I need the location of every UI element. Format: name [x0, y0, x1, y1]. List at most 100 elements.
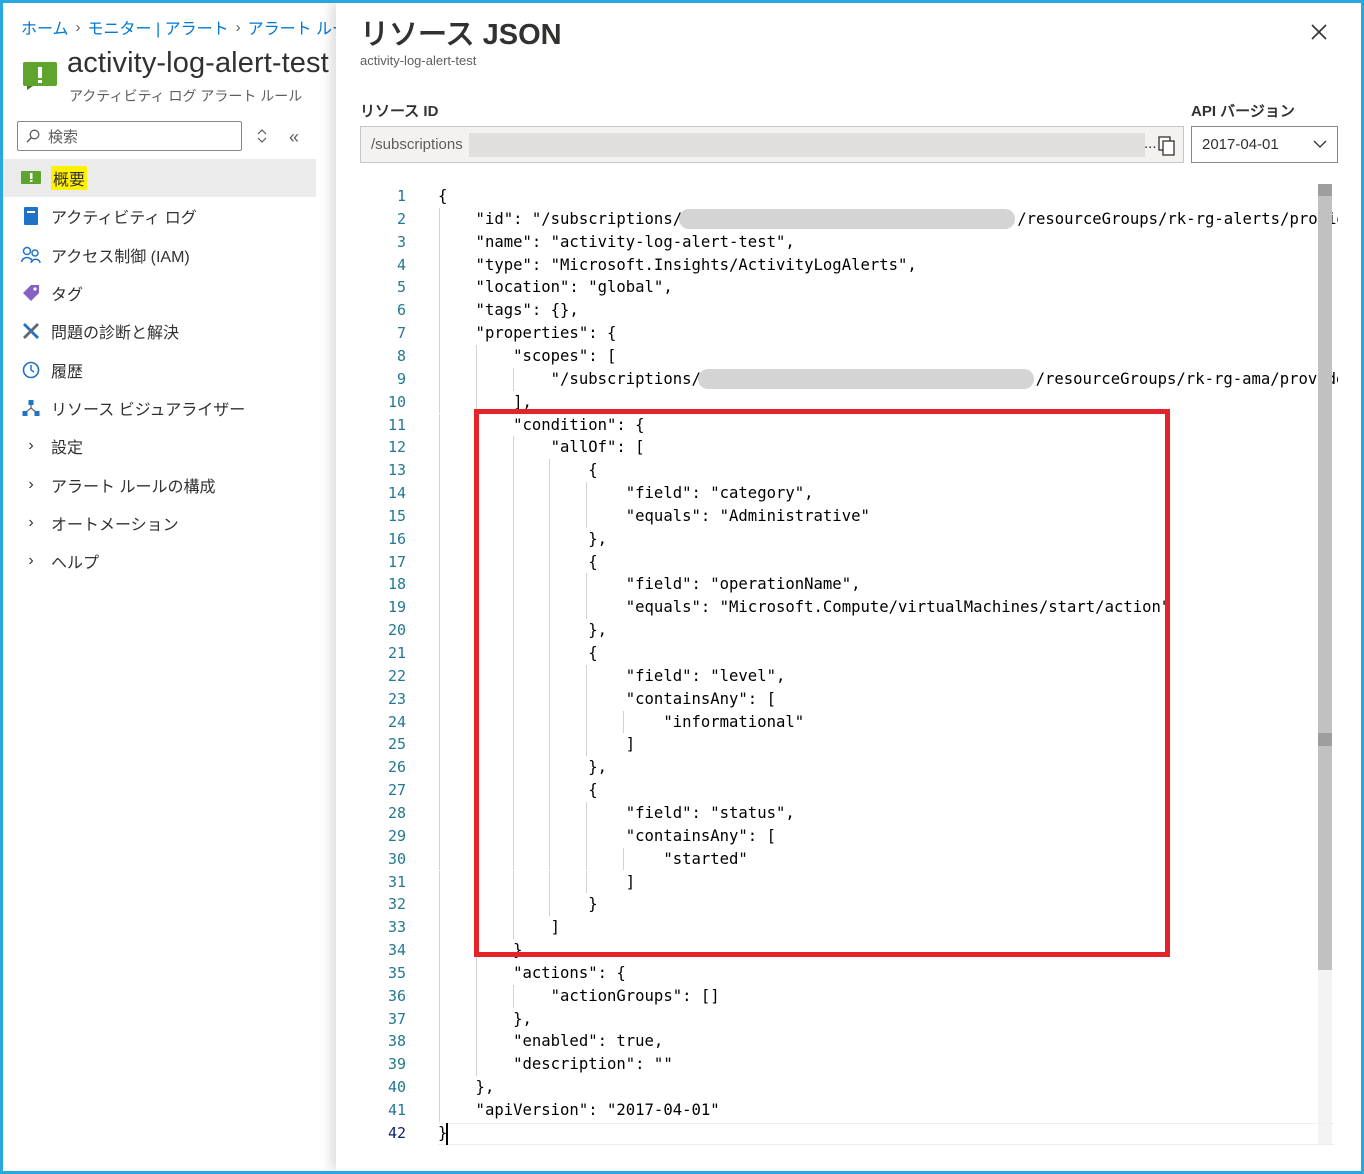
resource-title: activity-log-alert-test [67, 47, 329, 79]
line-number: 27 [387, 781, 406, 800]
code-line: "tags": {}, [438, 301, 579, 320]
nav-item-history[interactable]: 履歴 [3, 350, 316, 388]
nav-item-diagnose[interactable]: 問題の診断と解決 [3, 312, 316, 350]
line-number: 23 [387, 689, 406, 708]
indent-guide [439, 207, 440, 231]
code-line: "description": "" [438, 1055, 673, 1074]
line-number: 26 [387, 758, 406, 777]
indent-guide [439, 1076, 440, 1099]
api-version-select[interactable]: 2017-04-01 [1191, 126, 1338, 163]
code-line-tail: /resourceGroups/rk-rg-alerts/provid [1017, 209, 1338, 228]
code-line: "type": "Microsoft.Insights/ActivityLogA… [438, 255, 917, 274]
indent-guide [439, 893, 440, 917]
code-line: { [438, 187, 448, 205]
panel-subtitle: activity-log-alert-test [360, 53, 477, 68]
breadcrumb-monitor-alerts[interactable]: モニター | アラート [88, 15, 229, 39]
resource-json-panel: リソース JSON activity-log-alert-test リソース I… [336, 3, 1361, 1171]
nav-group-help[interactable]: › ヘルプ [3, 542, 316, 580]
line-number: 2 [396, 209, 406, 228]
indent-guide [439, 276, 440, 300]
indent-guide [439, 824, 440, 848]
indent-guide [439, 1099, 440, 1122]
chevron-right-icon: › [28, 552, 34, 570]
code-line: "actions": { [438, 963, 626, 982]
chevron-down-icon [1313, 140, 1327, 148]
nav-item-label: オートメーション [51, 516, 179, 534]
nav-item-resource-visualizer[interactable]: リソース ビジュアライザー [3, 389, 316, 427]
indent-guide [439, 1007, 440, 1031]
indent-guide [475, 1053, 477, 1077]
resource-id-value: /subscriptions [371, 136, 463, 153]
indent-guide [439, 230, 440, 254]
resource-menu: 概要 アクティビティ ログ アクセス制御 (IAM) タグ 問題の診断と解決 履… [3, 159, 316, 580]
indent-guide [439, 1053, 440, 1077]
line-number: 6 [396, 301, 406, 320]
line-number: 38 [387, 1032, 406, 1051]
nav-item-label: 問題の診断と解決 [51, 325, 180, 343]
close-icon[interactable] [1308, 21, 1330, 43]
nav-item-iam[interactable]: アクセス制御 (IAM) [3, 236, 316, 274]
vertical-scrollbar-thumb[interactable] [1318, 186, 1332, 970]
alert-rule-icon [23, 62, 57, 90]
line-number: 40 [387, 1078, 406, 1097]
panel-title: リソース JSON [360, 19, 562, 51]
line-number: 7 [396, 324, 406, 343]
indent-guide [439, 664, 440, 688]
nav-item-label: 概要 [51, 166, 88, 191]
indent-guide [475, 367, 477, 391]
line-number: 37 [387, 1009, 406, 1028]
line-number: 35 [387, 963, 406, 982]
resource-id-label: リソース ID [360, 103, 439, 120]
indent-guide [439, 322, 440, 345]
api-version-value: 2017-04-01 [1202, 136, 1279, 153]
line-number: 9 [396, 369, 406, 388]
code-line: "/subscriptions/ [438, 369, 701, 388]
indent-guide [439, 436, 440, 460]
indent-guide [439, 847, 440, 871]
code-line: "enabled": true, [438, 1032, 664, 1051]
nav-item-activity-log[interactable]: アクティビティ ログ [3, 197, 316, 235]
indent-guide [439, 367, 440, 391]
copy-icon[interactable] [1158, 136, 1176, 156]
clock-icon [21, 360, 41, 380]
sort-icon[interactable] [255, 127, 269, 145]
breadcrumb: ホーム › モニター | アラート › アラート ルール [21, 15, 336, 39]
indent-guide [439, 413, 440, 437]
indent-guide [439, 642, 440, 665]
line-number: 39 [387, 1055, 406, 1074]
nav-item-tags[interactable]: タグ [3, 274, 316, 312]
redacted-region [469, 133, 1145, 157]
nav-item-overview[interactable]: 概要 [3, 159, 316, 198]
indent-guide [439, 801, 440, 825]
line-number: 20 [387, 621, 406, 640]
nav-group-automation[interactable]: › オートメーション [3, 504, 316, 542]
nav-item-label: タグ [51, 287, 84, 305]
nav-group-settings[interactable]: › 設定 [3, 427, 316, 465]
indent-guide [439, 504, 440, 528]
text-caret [446, 1123, 448, 1145]
nav-group-alert-rule-config[interactable]: › アラート ルールの構成 [3, 465, 316, 503]
breadcrumb-alert-rules[interactable]: アラート ルール [248, 15, 336, 39]
breadcrumb-home[interactable]: ホーム [21, 15, 69, 39]
line-number: 17 [387, 552, 406, 571]
line-number: 1 [396, 187, 406, 205]
line-number: 25 [387, 735, 406, 754]
chevron-right-icon: › [28, 475, 34, 493]
json-code-editor[interactable]: 1 {2 "id": "/subscriptions/3 "name": "act… [360, 178, 1338, 1148]
code-line: "actionGroups": [] [438, 986, 720, 1005]
resource-id-field[interactable]: /subscriptions ... [360, 126, 1184, 163]
code-line: }, [438, 1078, 495, 1097]
line-number: 12 [387, 438, 406, 457]
indent-guide [439, 550, 440, 574]
indent-guide [475, 1007, 477, 1031]
indent-guide [439, 596, 440, 620]
line-number: 15 [387, 506, 406, 525]
resource-type: アクティビティ ログ アラート ルール [69, 88, 303, 104]
line-number: 22 [387, 666, 406, 685]
indent-guide [439, 1030, 440, 1054]
indent-guide [475, 1030, 477, 1054]
line-number: 36 [387, 986, 406, 1005]
indent-guide [475, 961, 477, 985]
collapse-menu-icon[interactable]: « [289, 127, 299, 148]
search-input[interactable]: 検索 [17, 121, 242, 151]
